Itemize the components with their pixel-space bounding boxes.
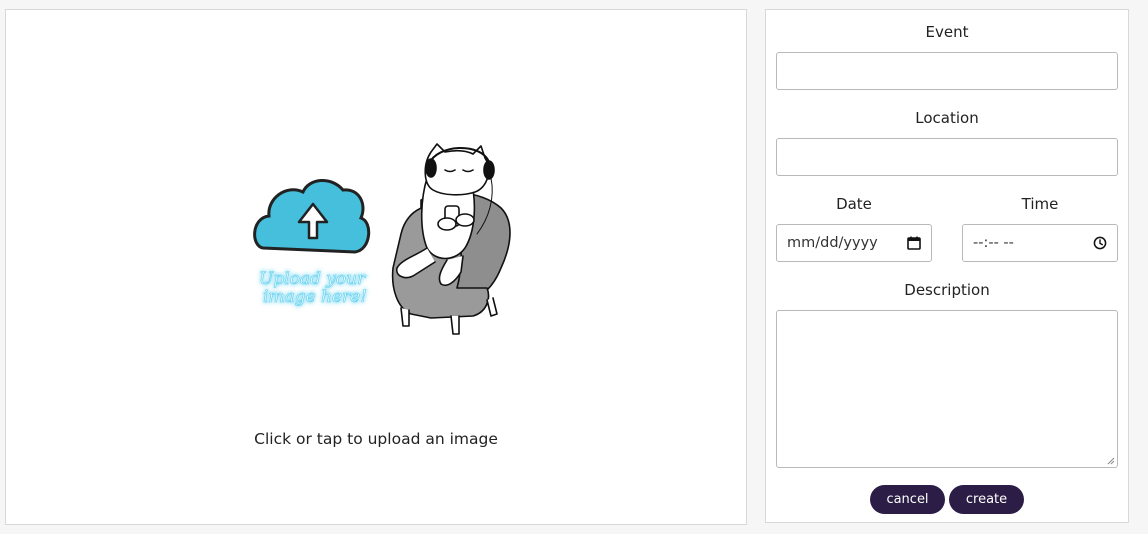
description-textarea[interactable] [776,310,1118,468]
date-input[interactable]: mm/dd/yyyy [776,224,932,262]
cat-illustration [391,143,511,335]
calendar-icon[interactable] [907,236,921,250]
event-label: Event [925,23,969,41]
time-placeholder: --:-- -- [973,235,1014,251]
upload-art-text-2: image here! [263,287,367,307]
upload-caption: Click or tap to upload an image [254,430,498,448]
time-input[interactable]: --:-- -- [962,224,1118,262]
upload-illustration[interactable]: Upload your image here! [251,138,541,343]
clock-icon[interactable] [1093,236,1107,250]
event-form: Event Location Date mm/dd/yyyy Time --:-… [765,9,1129,523]
location-input[interactable] [776,138,1118,176]
event-input[interactable] [776,52,1118,90]
date-placeholder: mm/dd/yyyy [787,235,878,251]
cancel-button[interactable]: cancel [870,485,945,514]
description-label: Description [904,281,990,299]
time-label: Time [1021,195,1059,213]
create-button[interactable]: create [949,485,1024,514]
upload-art-text-1: Upload your [259,269,366,289]
image-upload-area[interactable]: Upload your image here! Click or tap to … [5,9,747,525]
cloud-upload-icon [253,179,371,254]
location-label: Location [915,109,979,127]
date-label: Date [836,195,872,213]
resize-grip-icon[interactable] [1107,457,1115,465]
